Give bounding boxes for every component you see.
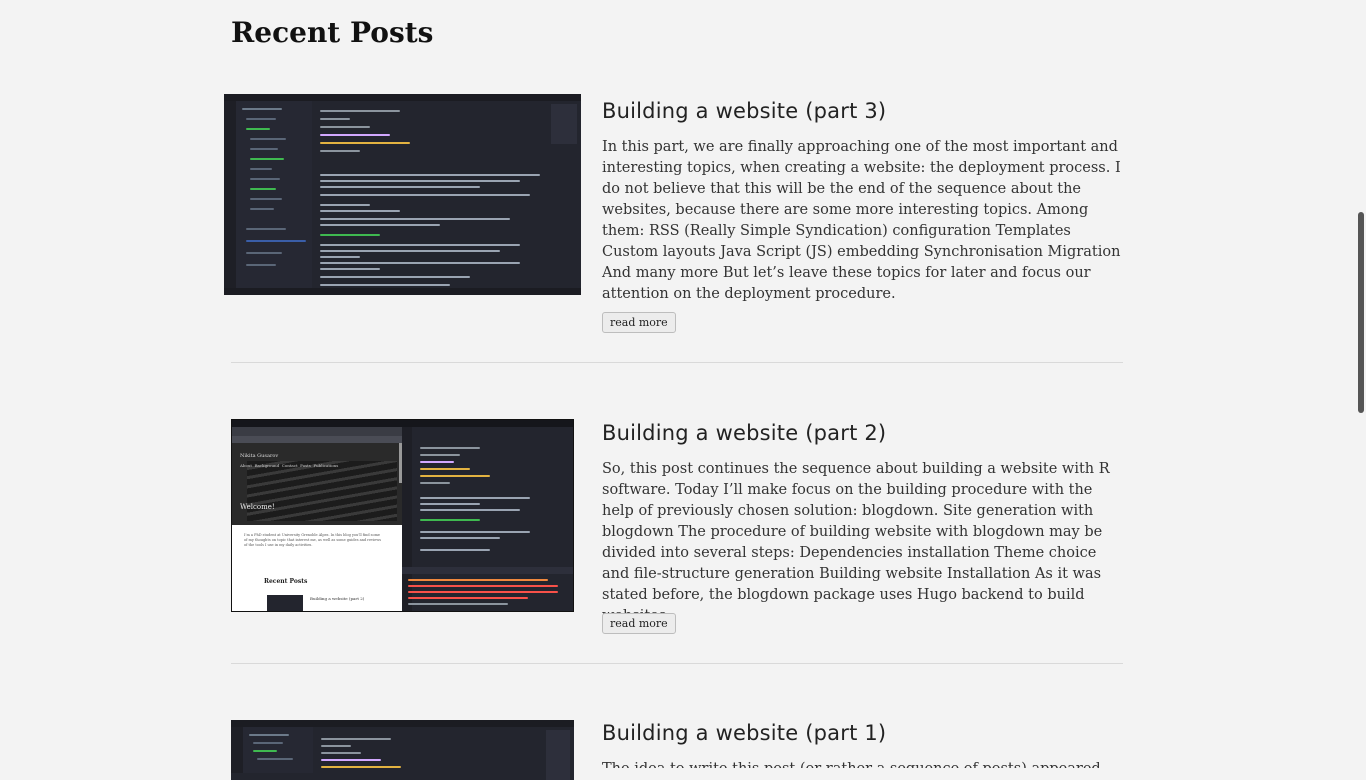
thumb-nav-item: Background	[254, 463, 280, 468]
page: Recent Posts Building a website (part 3)…	[0, 0, 1366, 780]
thumb-recent-title: Recent Posts	[264, 578, 308, 585]
post-thumbnail[interactable]: Nikita Gusarov About Background Contact …	[231, 419, 574, 612]
thumb-site-name: Nikita Gusarov	[240, 453, 279, 459]
read-more-button[interactable]: read more	[602, 613, 676, 634]
post-title[interactable]: Building a website (part 1)	[602, 721, 886, 745]
thumb-intro: I’m a PhD student at University Grenoble…	[244, 533, 382, 547]
thumb-nav-item: Contact	[281, 463, 298, 468]
thumb-welcome: Welcome!	[240, 503, 275, 511]
scrollbar-thumb[interactable]	[1358, 212, 1364, 413]
post-divider	[231, 362, 1123, 363]
post-thumbnail[interactable]	[231, 720, 574, 780]
section-title: Recent Posts	[231, 16, 434, 49]
thumb-nav-item: Posts	[300, 463, 311, 468]
post-excerpt: In this part, we are finally approaching…	[602, 139, 1121, 302]
thumb-nav-item: Publications	[313, 463, 339, 468]
read-more-button[interactable]: read more	[602, 312, 676, 333]
post-divider	[231, 663, 1123, 664]
post-excerpt: So, this post continues the sequence abo…	[602, 461, 1110, 624]
post-thumbnail[interactable]	[224, 94, 581, 295]
thumb-recent-item: Building a website (part 2)	[310, 596, 365, 601]
thumb-nav: About Background Contact Posts Publicati…	[240, 463, 338, 468]
post-excerpt: The idea to write this post (or rather a…	[602, 759, 1122, 768]
post-title[interactable]: Building a website (part 3)	[602, 99, 886, 123]
post-title[interactable]: Building a website (part 2)	[602, 421, 886, 445]
thumb-nav-item: About	[240, 463, 253, 468]
